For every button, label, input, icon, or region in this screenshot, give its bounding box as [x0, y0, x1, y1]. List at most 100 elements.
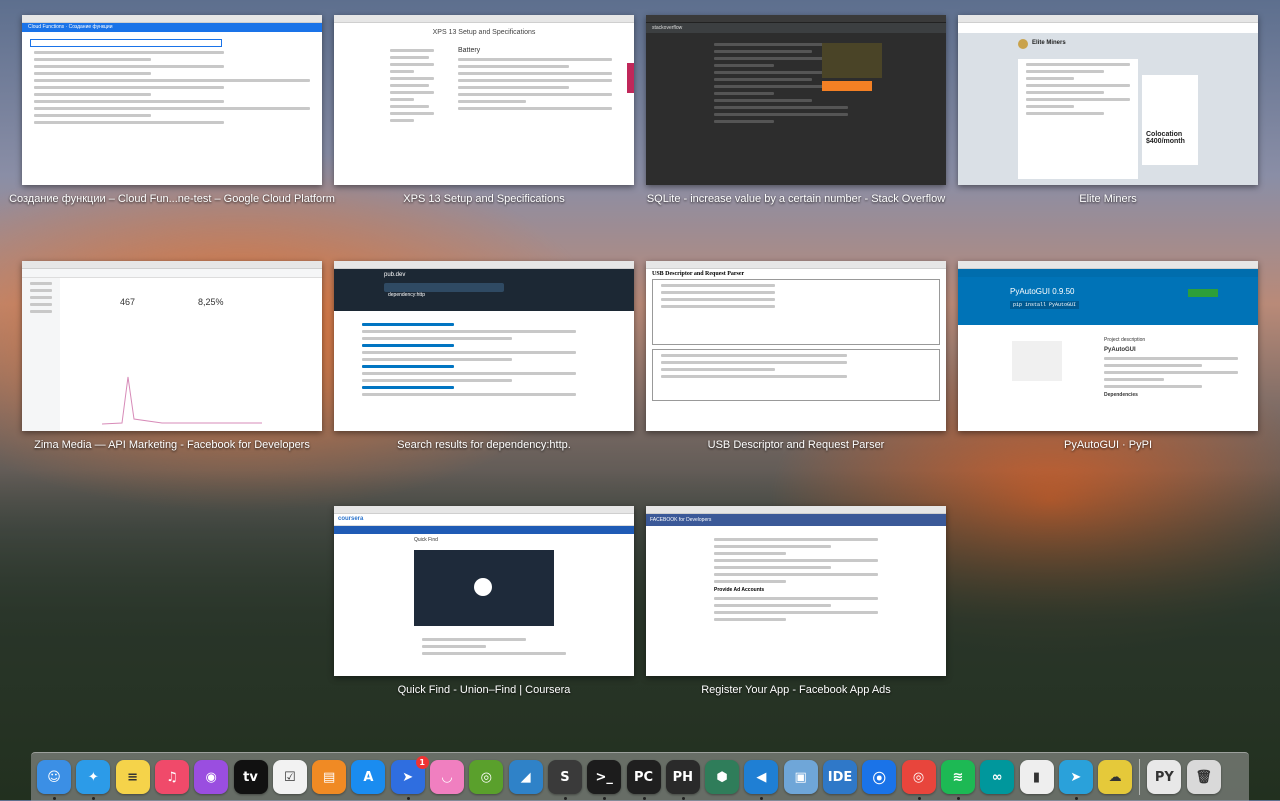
dock-icon-glyph: ☺ [47, 769, 61, 785]
dock-icon-glyph: ▮ [1032, 769, 1041, 785]
arduino-icon[interactable]: ∞ [980, 760, 1015, 794]
dock-icon-glyph: ⬢ [716, 769, 728, 785]
pypi-h1: PyAutoGUI [1104, 347, 1136, 353]
window-thumbnail-fb-app[interactable]: FACEBOOK for Developers Provide Ad Accou… [646, 506, 946, 676]
spotify-icon[interactable]: ≋ [940, 760, 975, 794]
reddit-ad: Colocation $400/month [1146, 131, 1185, 145]
charts-icon[interactable]: ▮ [1019, 760, 1054, 794]
dock-icon-glyph: ⦿ [872, 771, 886, 787]
pubdev-query: dependency:http [388, 292, 425, 298]
trash-icon[interactable]: 🗑 [1186, 760, 1221, 794]
dock-separator [1139, 759, 1141, 795]
window-title: Создание функции – Cloud Fun...ne-test –… [9, 193, 335, 205]
dock-icon-glyph: PY [1154, 769, 1174, 785]
books-icon[interactable]: ▤ [312, 760, 347, 794]
gcp-page: Создание функции [68, 24, 113, 30]
pubdev-logo: pub.dev [384, 272, 406, 278]
spark-mail-icon[interactable]: ➤ 1 [390, 756, 429, 794]
telegram-icon[interactable]: ➤ [1058, 760, 1093, 794]
dock-icon-glyph: ◎ [912, 769, 925, 785]
play-icon[interactable] [474, 578, 492, 596]
dock-icon-glyph: >_ [595, 769, 613, 785]
finder-icon[interactable]: ☺ [37, 760, 71, 794]
wallpaper [0, 470, 1280, 800]
window-thumbnail-fb-dev[interactable]: 467 8,25% [22, 261, 322, 431]
pypi-title: PyAutoGUI 0.9.50 [1010, 287, 1075, 296]
fb-stat-1: 467 [120, 297, 136, 307]
window-title: Elite Miners [1079, 193, 1137, 205]
notification-badge: 1 [415, 756, 429, 769]
dock-icon-glyph: PH [672, 769, 693, 785]
dock-icon-glyph: ♫ [166, 769, 178, 785]
dock-icon-glyph: ▤ [322, 769, 336, 785]
dock-icon-glyph: PC [633, 769, 654, 785]
android-studio-icon[interactable]: ⬢ [705, 760, 740, 794]
notes-icon[interactable]: ≡ [115, 760, 150, 794]
music-icon[interactable]: ♫ [154, 760, 189, 794]
fb-activity-graph [102, 376, 262, 425]
dock-icon-glyph: ▣ [794, 769, 807, 785]
video-player[interactable] [414, 550, 554, 626]
window-thumbnail-stackoverflow[interactable]: stackoverflow [646, 15, 946, 185]
pastebot-icon[interactable]: ◡ [430, 760, 464, 794]
python-folder-icon[interactable]: PY [1147, 760, 1182, 794]
terminal-icon[interactable]: >_ [587, 760, 622, 794]
xps-page-title: XPS 13 Setup and Specifications [432, 29, 536, 36]
so-logo: stackoverflow [646, 23, 946, 33]
tv-icon[interactable]: tv [233, 760, 268, 794]
pypi-deps: Dependencies [1104, 392, 1138, 398]
window-thumbnail-pypi[interactable]: PyAutoGUI 0.9.50 pip install PyAutoGUI P… [958, 261, 1258, 431]
dock: ☺ ✦ ≡ ♫ ◉ tv ☑ ▤ A ➤ 1 ◡ ◎ ◢ S >_ PC PH ⬢ ◀ ▣ IDE ⦿ ◎ ≋ ∞ ▮ ➤ ☁ PY 🗑 [31, 752, 1249, 801]
window-thumbnail-reddit[interactable]: Elite Miners Colocation $400/month [958, 15, 1258, 185]
window-thumbnail-xps[interactable]: XPS 13 Setup and Specifications Battery [334, 15, 634, 185]
wireshark-icon[interactable]: ◢ [508, 760, 543, 794]
reddit-title: Elite Miners [1032, 40, 1066, 46]
dock-icon-glyph: tv [243, 769, 258, 785]
window-thumbnail-coursera[interactable]: coursera Quick Find [334, 506, 634, 676]
sublime-text-icon[interactable]: S [547, 760, 582, 794]
dock-icon-glyph: ✦ [87, 769, 99, 785]
dock-icon-glyph: ≡ [127, 769, 139, 785]
fb-app-section: Provide Ad Accounts [714, 587, 765, 593]
clouds-icon[interactable]: ☁ [1098, 760, 1133, 794]
usb-title: USB Descriptor and Request Parser [652, 271, 745, 277]
dock-icon-glyph: ◡ [442, 769, 452, 785]
pypi-install: pip install PyAutoGUI [1010, 301, 1080, 309]
window-thumbnail-gcp[interactable]: Cloud Functions · Создание функции [22, 15, 322, 185]
dock-icon-glyph: ➤ [1070, 769, 1082, 785]
window-title: SQLite - increase value by a certain num… [646, 193, 946, 205]
pycharm-icon[interactable]: PC [626, 760, 661, 794]
app-store-icon[interactable]: A [351, 760, 386, 794]
dock-icon-glyph: S [560, 769, 570, 785]
fb-app-header: FACEBOOK for Developers [650, 517, 712, 523]
safari-icon[interactable]: ✦ [76, 760, 111, 794]
dock-icon-glyph: ➤ [402, 769, 414, 785]
dock-icon-glyph: IDE [827, 769, 853, 785]
podcasts-icon[interactable]: ◉ [194, 760, 229, 794]
ide-icon[interactable]: IDE [823, 760, 857, 794]
window-title: Quick Find - Union–Find | Coursera [397, 684, 571, 696]
nvidia-icon[interactable]: ◎ [469, 760, 504, 794]
gcp-header: Cloud Functions [28, 24, 65, 30]
dock-icon-glyph: ☑ [283, 769, 296, 785]
reminders-icon[interactable]: ☑ [272, 760, 307, 794]
preview-icon[interactable]: ▣ [783, 760, 818, 794]
maps-pin-icon[interactable]: ⦿ [862, 760, 897, 794]
window-title: Register Your App - Facebook App Ads [701, 684, 891, 696]
window-title: USB Descriptor and Request Parser [707, 439, 885, 451]
dock-icon-glyph: A [363, 769, 374, 785]
chrome-icon[interactable]: ◎ [901, 760, 936, 794]
window-title: XPS 13 Setup and Specifications [403, 193, 565, 205]
window-title: Search results for dependency:http. [397, 439, 571, 451]
window-title: Zima Media — API Marketing - Facebook fo… [34, 439, 310, 451]
vscode-icon[interactable]: ◀ [744, 760, 779, 794]
dock-icon-glyph: ◢ [520, 769, 531, 785]
window-thumbnail-pubdev[interactable]: pub.dev dependency:http [334, 261, 634, 431]
coursera-logo: coursera [338, 516, 364, 522]
dock-icon-glyph: ◎ [480, 769, 492, 785]
xps-section: Battery [458, 47, 481, 54]
dock-icon-glyph: ☁ [1108, 769, 1122, 785]
window-title: PyAutoGUI · PyPI [1063, 439, 1153, 451]
window-thumbnail-usb[interactable]: USB Descriptor and Request Parser [646, 261, 946, 431]
phoenix-icon[interactable]: PH [665, 760, 700, 794]
